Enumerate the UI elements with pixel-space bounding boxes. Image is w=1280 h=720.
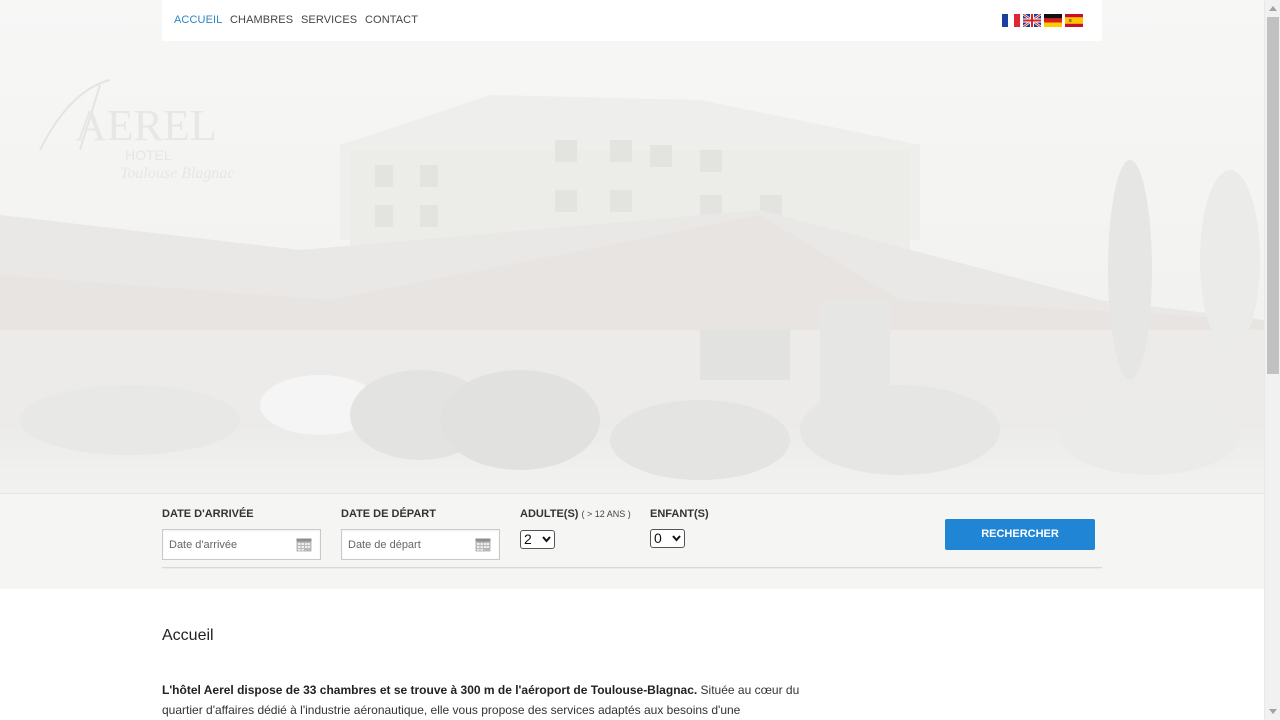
arrival-date-field[interactable]: [162, 529, 321, 560]
departure-date-input[interactable]: [348, 536, 468, 554]
nav-services[interactable]: SERVICES: [301, 14, 357, 26]
adults-label: ADULTE(S) ( > 12 ANS ): [520, 508, 631, 520]
intro-paragraph: L'hôtel Aerel dispose de 33 chambres et …: [162, 680, 822, 720]
nav-accueil[interactable]: ACCUEIL: [174, 14, 222, 26]
hotel-photo: AEREL HOTEL Toulouse Blagnac: [0, 0, 1264, 493]
arrival-date-input[interactable]: [169, 536, 289, 554]
booking-divider: [162, 567, 1102, 569]
children-label: ENFANT(S): [650, 508, 709, 520]
spanish-flag-icon[interactable]: [1065, 14, 1083, 27]
children-select-value: 0: [654, 530, 662, 546]
hotel-logo-sub: HOTEL: [125, 147, 172, 163]
calendar-icon[interactable]: [296, 537, 312, 552]
hotel-logo-tagline: Toulouse Blagnac: [120, 165, 235, 182]
page: AEREL HOTEL Toulouse Blagnac ACCUEIL CHA…: [0, 0, 1264, 720]
calendar-icon[interactable]: [475, 537, 491, 552]
arrival-label: DATE D'ARRIVÉE: [162, 508, 254, 520]
french-flag-icon[interactable]: [1002, 14, 1020, 27]
intro-bold-text: L'hôtel Aerel dispose de 33 chambres et …: [162, 683, 698, 697]
nav-chambres[interactable]: CHAMBRES: [230, 14, 293, 26]
language-switcher: [1002, 14, 1086, 27]
departure-date-field[interactable]: [341, 529, 500, 560]
departure-label: DATE DE DÉPART: [341, 508, 436, 520]
chevron-down-icon: [542, 536, 551, 543]
german-flag-icon[interactable]: [1044, 14, 1062, 27]
hero-banner: AEREL HOTEL Toulouse Blagnac: [0, 0, 1264, 493]
booking-bar: DATE D'ARRIVÉE DATE DE DÉPART: [0, 493, 1264, 589]
english-flag-icon[interactable]: [1023, 14, 1041, 27]
children-select[interactable]: 0: [650, 529, 685, 548]
hotel-logo-text: AEREL: [75, 101, 217, 150]
nav-contact[interactable]: CONTACT: [365, 14, 418, 26]
adults-age-note: ( > 12 ANS ): [581, 509, 631, 519]
scroll-down-icon[interactable]: [1269, 709, 1277, 715]
page-title: Accueil: [162, 627, 214, 644]
search-button[interactable]: RECHERCHER: [945, 519, 1095, 550]
adults-select[interactable]: 2: [520, 530, 555, 549]
chevron-down-icon: [672, 535, 681, 542]
scroll-up-icon[interactable]: [1269, 5, 1277, 11]
adults-label-text: ADULTE(S): [520, 508, 579, 520]
adults-select-value: 2: [524, 531, 532, 547]
scroll-thumb[interactable]: [1267, 17, 1279, 374]
vertical-scrollbar[interactable]: [1264, 0, 1280, 720]
top-nav: ACCUEIL CHAMBRES SERVICES CONTACT: [162, 0, 1102, 41]
